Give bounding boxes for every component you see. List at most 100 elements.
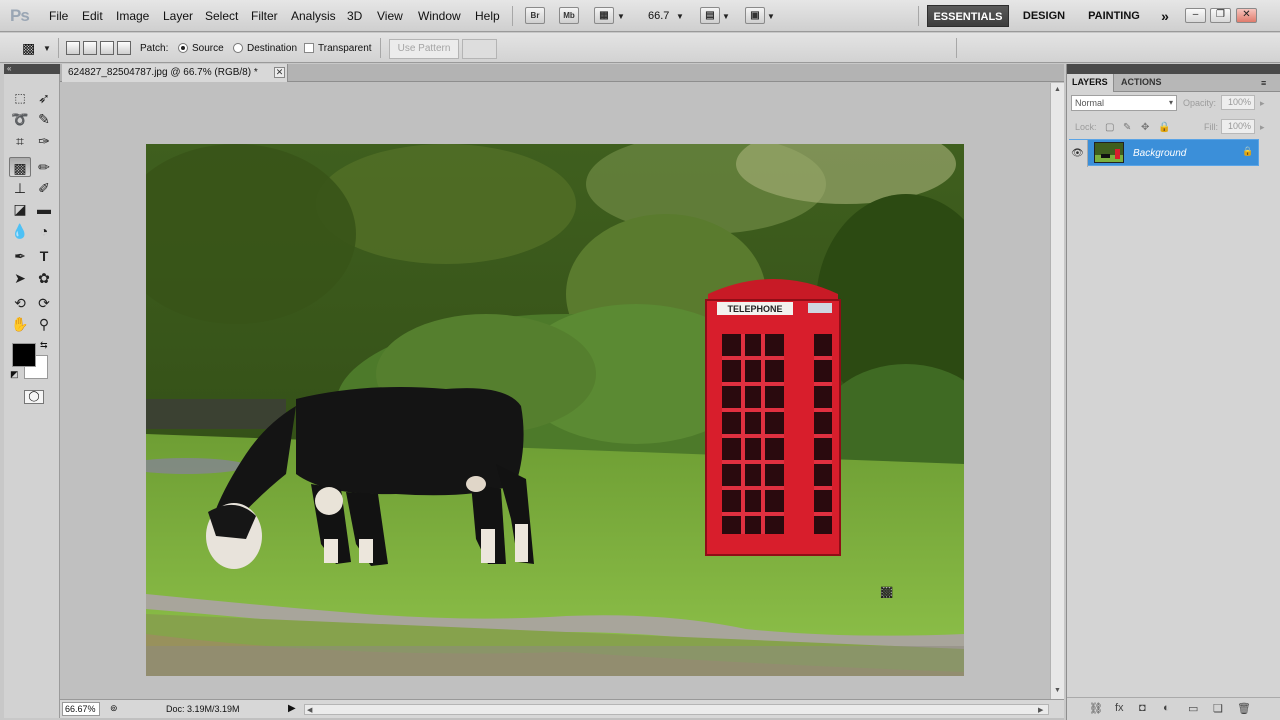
close-document-icon[interactable]: ✕ [274, 67, 285, 78]
status-menu-arrow-icon[interactable]: ▶ [288, 703, 296, 714]
document-canvas[interactable]: TELEPHONE ▩ [146, 144, 964, 676]
history-brush-tool-icon[interactable]: ✐ [33, 178, 55, 198]
patch-tool-icon[interactable]: ▩ [9, 157, 31, 177]
panel-menu-icon[interactable]: ≡ [1261, 78, 1266, 88]
mini-bridge-button[interactable]: Mb [559, 7, 579, 24]
source-radio[interactable] [178, 43, 188, 53]
layer-row-background[interactable]: 👁 Background 🔒 [1068, 139, 1259, 167]
type-tool-icon[interactable]: T [33, 246, 55, 266]
workspace-painting[interactable]: PAINTING [1079, 5, 1149, 27]
horizontal-scrollbar[interactable]: ◀ ▶ [304, 704, 1049, 715]
bridge-button[interactable]: Br [525, 7, 545, 24]
blend-mode-select[interactable]: Normal ▾ [1071, 95, 1177, 111]
document-tab[interactable]: 624827_82504787.jpg @ 66.7% (RGB/8) * ✕ [62, 64, 288, 82]
brush-tool-icon[interactable]: ✏ [33, 157, 55, 177]
menu-3d[interactable]: 3D [347, 9, 362, 23]
default-colors-icon[interactable]: ◩ [10, 369, 19, 380]
collapse-toolbar-icon[interactable]: « [4, 64, 60, 74]
layer-style-icon[interactable]: fx [1115, 702, 1124, 714]
screen-mode-icon[interactable]: ▣ [745, 7, 765, 24]
close-icon[interactable]: ✕ [1236, 8, 1257, 23]
pen-tool-icon[interactable]: ✒ [9, 246, 31, 266]
add-to-selection-icon[interactable] [83, 41, 97, 55]
scroll-right-icon[interactable]: ▶ [1038, 706, 1043, 714]
opacity-slider-arrow-icon[interactable]: ▸ [1260, 98, 1265, 109]
scroll-left-icon[interactable]: ◀ [307, 706, 312, 714]
opacity-field[interactable]: 100% [1221, 95, 1255, 110]
tab-actions[interactable]: ACTIONS [1121, 77, 1162, 87]
menu-image[interactable]: Image [116, 9, 149, 23]
quick-selection-tool-icon[interactable]: ✎ [33, 109, 55, 129]
fill-slider-arrow-icon[interactable]: ▸ [1260, 122, 1265, 133]
extras-grid-icon[interactable]: ▦ [594, 7, 614, 24]
zoom-percent-field[interactable]: 66.67% [62, 702, 100, 716]
menu-window[interactable]: Window [418, 9, 461, 23]
chevron-down-icon[interactable]: ▼ [617, 12, 625, 21]
quick-mask-icon[interactable]: ◯ [24, 390, 44, 404]
chevron-down-icon[interactable]: ▼ [767, 12, 775, 21]
3d-rotate-tool-icon[interactable]: ⟲ [9, 293, 31, 313]
use-pattern-button[interactable]: Use Pattern [389, 39, 459, 59]
layer-name[interactable]: Background [1133, 148, 1186, 159]
menu-help[interactable]: Help [475, 9, 500, 23]
adjustment-layer-icon[interactable]: ◐ [1163, 702, 1170, 714]
lock-position-icon[interactable]: ✥ [1141, 122, 1149, 133]
transparent-checkbox[interactable] [304, 43, 314, 53]
gradient-tool-icon[interactable]: ▬ [33, 199, 55, 219]
workspace-essentials[interactable]: ESSENTIALS [927, 5, 1009, 27]
new-group-icon[interactable]: ▭ [1188, 702, 1198, 715]
menu-edit[interactable]: Edit [82, 9, 103, 23]
menu-view[interactable]: View [377, 9, 403, 23]
lock-all-icon[interactable]: 🔒 [1158, 122, 1170, 133]
patch-tool-preset-icon[interactable]: ▩ [22, 40, 35, 57]
menu-file[interactable]: File [49, 9, 68, 23]
tab-layers[interactable]: LAYERS [1067, 74, 1114, 92]
menu-filter[interactable]: Filter [251, 9, 278, 23]
fill-field[interactable]: 100% [1221, 119, 1255, 134]
minimize-icon[interactable]: – [1185, 8, 1206, 23]
workspace-design[interactable]: DESIGN [1014, 5, 1074, 27]
subtract-from-selection-icon[interactable] [100, 41, 114, 55]
crop-tool-icon[interactable]: ⌗ [9, 131, 31, 151]
canvas-pasteboard[interactable]: TELEPHONE ▩ [60, 83, 1050, 699]
chevron-down-icon[interactable]: ▼ [722, 12, 730, 21]
foreground-color-swatch[interactable] [12, 343, 36, 367]
menu-analysis[interactable]: Analysis [291, 9, 336, 23]
clone-stamp-tool-icon[interactable]: ⊥ [9, 178, 31, 198]
restore-icon[interactable]: ❐ [1210, 8, 1231, 23]
link-layers-icon[interactable]: ⛓ [1089, 702, 1103, 715]
zoom-level[interactable]: 66.7 [648, 10, 669, 22]
destination-radio[interactable] [233, 43, 243, 53]
new-layer-icon[interactable]: ❏ [1213, 702, 1223, 715]
eyedropper-tool-icon[interactable]: ✑ [33, 131, 55, 151]
zoom-tool-icon[interactable]: ⚲ [33, 314, 55, 334]
eraser-tool-icon[interactable]: ◪ [9, 199, 31, 219]
dodge-tool-icon[interactable]: ◔ [33, 221, 55, 241]
path-selection-tool-icon[interactable]: ➤ [9, 268, 31, 288]
vertical-scrollbar[interactable]: ▲ ▼ [1050, 83, 1064, 699]
3d-orbit-tool-icon[interactable]: ⟳ [33, 293, 55, 313]
chevron-down-icon[interactable]: ▼ [676, 12, 684, 21]
lasso-tool-icon[interactable]: ➰ [9, 109, 31, 129]
blur-tool-icon[interactable]: 💧 [9, 221, 31, 241]
status-info-icon[interactable]: ⊚ [110, 703, 118, 714]
swap-colors-icon[interactable]: ⇆ [40, 340, 48, 351]
new-selection-icon[interactable] [66, 41, 80, 55]
scroll-up-icon[interactable]: ▲ [1054, 86, 1061, 93]
marquee-tool-icon[interactable]: ⬚ [9, 88, 31, 108]
shape-tool-icon[interactable]: ✿ [33, 268, 55, 288]
move-tool-icon[interactable]: ➶ [33, 88, 55, 108]
menu-select[interactable]: Select [205, 9, 238, 23]
more-workspaces-icon[interactable]: » [1154, 5, 1176, 27]
scroll-down-icon[interactable]: ▼ [1054, 687, 1061, 694]
chevron-down-icon[interactable]: ▼ [43, 44, 51, 53]
lock-transparent-icon[interactable]: ▢ [1105, 122, 1114, 133]
panel-dock-header[interactable] [1067, 64, 1280, 74]
menu-layer[interactable]: Layer [163, 9, 193, 23]
add-mask-icon[interactable]: ◘ [1139, 702, 1146, 714]
delete-layer-icon[interactable]: 🗑 [1237, 702, 1251, 715]
arrange-documents-icon[interactable]: ▤ [700, 7, 720, 24]
eye-icon[interactable]: 👁 [1068, 140, 1088, 167]
pattern-picker[interactable] [462, 39, 497, 59]
lock-image-icon[interactable]: ✎ [1123, 122, 1131, 133]
